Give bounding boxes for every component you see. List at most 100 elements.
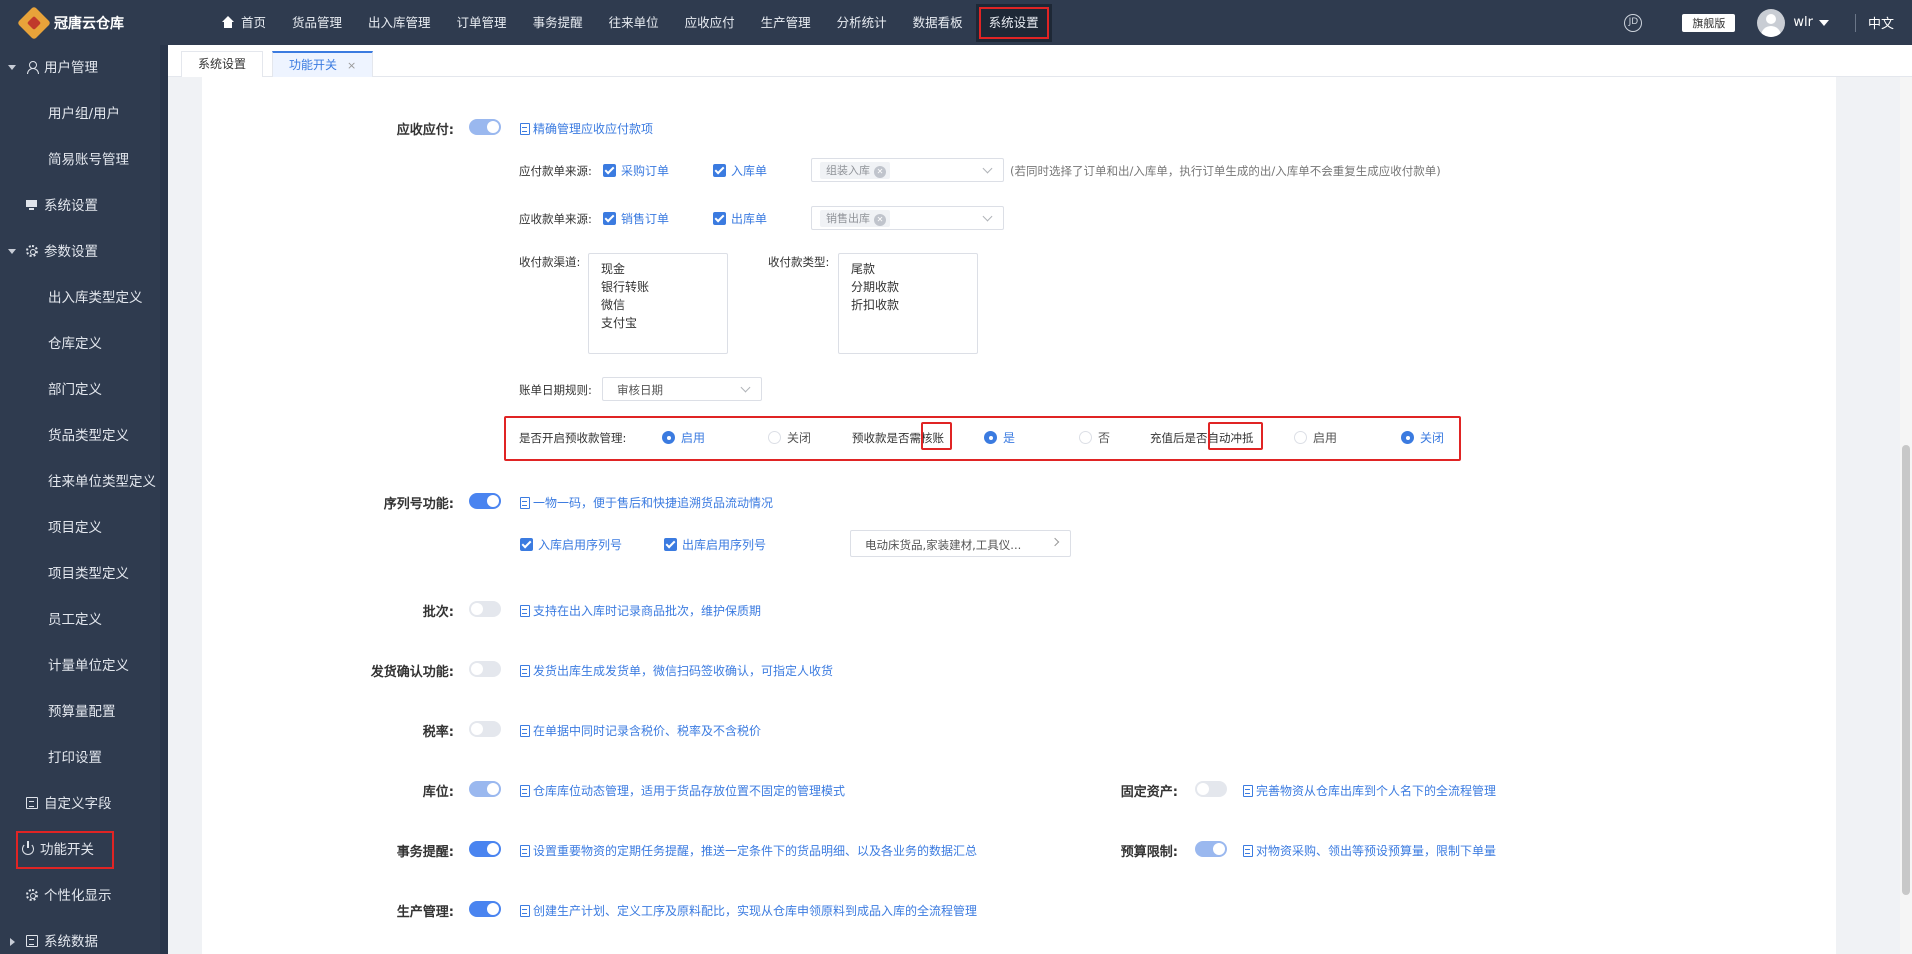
monitor-icon [26, 199, 38, 211]
nav-reminders[interactable]: 事务提醒 [520, 0, 596, 45]
fixed-asset-label: 固定资产: [1120, 785, 1178, 800]
payable-inbound-checkbox[interactable]: 入库单 [713, 162, 767, 179]
sidebar-item-project-types[interactable]: 项目类型定义 [0, 551, 160, 597]
location-desc: 仓库库位动态管理，适用于货品存放位置不固定的管理模式 [520, 782, 845, 799]
verify-yes-radio[interactable]: 是 [984, 429, 1015, 446]
tax-toggle[interactable] [469, 721, 501, 737]
sidebar-item-departments[interactable]: 部门定义 [0, 367, 160, 413]
prepay-on-radio[interactable]: 启用 [662, 429, 705, 446]
serial-desc: 一物一码，便于售后和快捷追溯货品流动情况 [520, 494, 773, 511]
sidebar-item-parameters[interactable]: 参数设置 [0, 229, 160, 275]
edition-badge: 旗舰版 [1682, 13, 1736, 32]
sidebar-item-personalization[interactable]: 个性化显示 [0, 873, 160, 919]
nav-orders[interactable]: 订单管理 [444, 0, 520, 45]
channel-list[interactable]: 现金 银行转账 微信 支付宝 [588, 253, 728, 354]
nav-ar-ap[interactable]: 应收应付 [672, 0, 748, 45]
nav-goods[interactable]: 货品管理 [279, 0, 355, 45]
sidebar-item-units[interactable]: 计量单位定义 [0, 643, 160, 689]
ar-ap-toggle[interactable] [469, 119, 501, 135]
reminder-toggle[interactable] [469, 841, 501, 857]
list-item[interactable]: 尾款 [851, 260, 965, 278]
verify-no-radio[interactable]: 否 [1079, 429, 1110, 446]
serial-inbound-checkbox[interactable]: 入库启用序列号 [520, 536, 622, 553]
radio-icon [662, 431, 675, 444]
chevron-down-icon[interactable] [1818, 19, 1829, 26]
payable-source-label: 应付款单来源: [519, 164, 592, 178]
app-logo[interactable]: 冠唐云仓库 [17, 6, 124, 40]
close-icon[interactable]: × [347, 59, 356, 72]
sidebar-item-employees[interactable]: 员工定义 [0, 597, 160, 643]
radio-icon [1401, 431, 1414, 444]
tag-close-icon[interactable]: ✕ [874, 214, 886, 226]
sidebar-item-io-types[interactable]: 出入库类型定义 [0, 275, 160, 321]
nav-dashboard[interactable]: 数据看板 [900, 0, 976, 45]
date-rule-select[interactable]: 审核日期 [602, 377, 762, 401]
location-toggle[interactable] [469, 781, 501, 797]
recharge-off-radio[interactable]: 关闭 [1401, 429, 1444, 446]
top-right-tools: JD 旗舰版 wlr 中文 [1624, 0, 1912, 45]
list-item[interactable]: 支付宝 [601, 314, 715, 332]
sidebar-item-partner-types[interactable]: 往来单位类型定义 [0, 459, 160, 505]
sidebar-item-user-management[interactable]: 用户管理 [0, 45, 160, 91]
list-item[interactable]: 现金 [601, 260, 715, 278]
sidebar-item-projects[interactable]: 项目定义 [0, 505, 160, 551]
batch-toggle[interactable] [469, 601, 501, 617]
sidebar-item-budget[interactable]: 预算量配置 [0, 689, 160, 735]
sidebar-item-feature-switches[interactable]: 功能开关 [12, 827, 118, 873]
delivery-toggle[interactable] [469, 661, 501, 677]
nav-stock-io[interactable]: 出入库管理 [355, 0, 444, 45]
batch-label: 批次: [422, 605, 454, 620]
sidebar-item-simple-accounts[interactable]: 简易账号管理 [0, 137, 160, 183]
type-list[interactable]: 尾款 分期收款 折扣收款 [838, 253, 978, 354]
user-name[interactable]: wlr [1793, 15, 1813, 30]
nav-analytics[interactable]: 分析统计 [824, 0, 900, 45]
serial-toggle[interactable] [469, 493, 501, 509]
language-switch[interactable]: 中文 [1868, 13, 1894, 32]
scrollbar-thumb[interactable] [1902, 445, 1910, 895]
tab-feature-switches[interactable]: 功能开关 × [272, 51, 374, 77]
sidebar: 用户管理 用户组/用户 简易账号管理 系统设置 参数设置 出入库类型定义 仓库定… [0, 45, 168, 954]
payable-purchase-order-checkbox[interactable]: 采购订单 [603, 162, 669, 179]
serial-scope-select[interactable]: 电动床货品,家装建材,工具仪... [850, 530, 1071, 557]
sidebar-item-goods-types[interactable]: 货品类型定义 [0, 413, 160, 459]
ar-ap-desc: 精确管理应收应付款项 [520, 120, 653, 137]
verify-highlight-box [921, 422, 952, 450]
chevron-right-icon [1050, 537, 1060, 547]
nav-partners[interactable]: 往来单位 [596, 0, 672, 45]
sidebar-item-user-groups[interactable]: 用户组/用户 [0, 91, 160, 137]
receivable-outbound-checkbox[interactable]: 出库单 [713, 210, 767, 227]
prepay-off-radio[interactable]: 关闭 [768, 429, 811, 446]
sidebar-item-system-settings[interactable]: 系统设置 [0, 183, 160, 229]
serial-outbound-checkbox[interactable]: 出库启用序列号 [664, 536, 766, 553]
list-item[interactable]: 分期收款 [851, 278, 965, 296]
doc-icon [520, 725, 530, 737]
nav-system-settings[interactable]: 系统设置 [975, 3, 1052, 42]
tag-close-icon[interactable]: ✕ [874, 166, 886, 178]
receivable-sales-order-checkbox[interactable]: 销售订单 [603, 210, 669, 227]
fixed-asset-toggle[interactable] [1195, 781, 1227, 797]
receivable-outbound-type-select[interactable]: 销售出库 ✕ [811, 206, 1004, 230]
source-note: (若同时选择了订单和出/入库单，执行订单生成的出/入库单不会重复生成应收付款单) [1010, 164, 1441, 178]
budget-toggle[interactable] [1195, 841, 1227, 857]
receivable-source-label: 应收款单来源: [519, 212, 592, 226]
doc-icon [520, 497, 530, 509]
avatar[interactable] [1757, 8, 1786, 37]
nav-production[interactable]: 生产管理 [748, 0, 824, 45]
help-icon[interactable]: JD [1624, 13, 1643, 32]
chevron-down-icon [982, 211, 993, 222]
sidebar-item-print[interactable]: 打印设置 [0, 735, 160, 781]
tab-system-settings[interactable]: 系统设置 [181, 51, 264, 77]
sidebar-item-system-data[interactable]: 系统数据 [0, 919, 160, 954]
recharge-on-radio[interactable]: 启用 [1294, 429, 1337, 446]
list-item[interactable]: 折扣收款 [851, 296, 965, 314]
sidebar-item-warehouses[interactable]: 仓库定义 [0, 321, 160, 367]
checkbox-icon [603, 164, 616, 177]
list-item[interactable]: 微信 [601, 296, 715, 314]
sidebar-item-custom-fields[interactable]: 自定义字段 [0, 781, 160, 827]
list-item[interactable]: 银行转账 [601, 278, 715, 296]
payable-inbound-type-select[interactable]: 组装入库 ✕ [811, 158, 1004, 182]
nav-home[interactable]: 首页 [208, 0, 279, 45]
chevron-down-icon [740, 382, 751, 393]
production-toggle[interactable] [469, 901, 501, 917]
delivery-label: 发货确认功能: [370, 665, 454, 680]
